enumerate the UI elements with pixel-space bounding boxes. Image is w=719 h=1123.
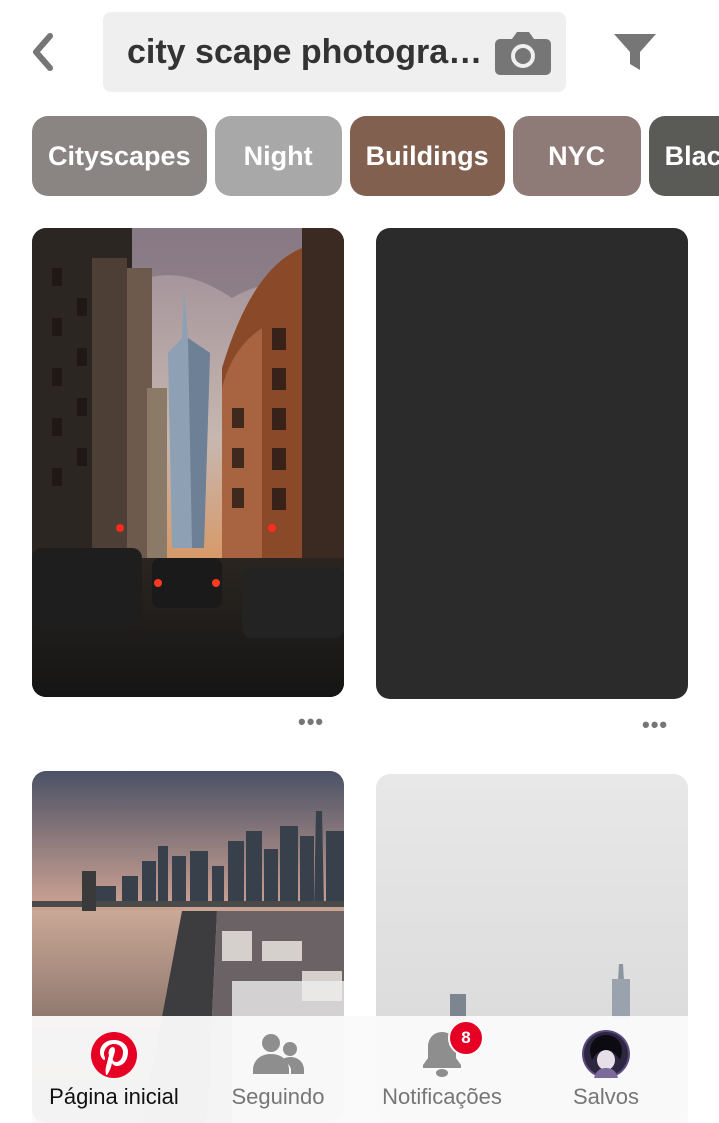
filter-button[interactable] [612, 30, 658, 74]
pin-image-placeholder[interactable] [376, 228, 688, 699]
chip-night[interactable]: Night [214, 116, 342, 196]
search-query: city scape photography [127, 32, 488, 71]
bottom-navigation: Página inicial Seguindo 8 Notificações S… [32, 1016, 688, 1123]
chevron-left-icon [33, 33, 53, 71]
avatar [582, 1030, 630, 1078]
camera-icon[interactable] [494, 27, 552, 77]
city-street-image [32, 228, 344, 697]
nav-home[interactable]: Página inicial [32, 1016, 196, 1123]
nav-following[interactable]: Seguindo [196, 1016, 360, 1123]
pin-more-button[interactable]: ••• [298, 711, 324, 733]
people-icon [253, 1034, 304, 1074]
guide-chips: CityscapesNightBuildingsNYCBlack and Whi… [32, 116, 719, 196]
nav-home-label: Página inicial [49, 1084, 179, 1109]
chip-buildings[interactable]: Buildings [349, 116, 505, 196]
nav-following-label: Seguindo [231, 1084, 325, 1109]
nav-notifications-label: Notificações [382, 1084, 502, 1109]
pinterest-logo-icon [91, 1032, 137, 1078]
nav-saved-label: Salvos [572, 1084, 640, 1109]
search-input[interactable]: city scape photography [103, 12, 566, 92]
pin-image-city-street[interactable] [32, 228, 344, 697]
nav-saved[interactable]: Salvos [524, 1016, 688, 1123]
search-header: city scape photography [0, 0, 719, 100]
back-button[interactable] [26, 30, 62, 74]
chip-cityscapes[interactable]: Cityscapes [32, 116, 207, 196]
filter-icon [614, 34, 656, 70]
chip-black-and-white[interactable]: Black and White [648, 116, 719, 196]
nav-notifications[interactable]: 8 Notificações [360, 1016, 524, 1123]
chip-nyc[interactable]: NYC [512, 116, 641, 196]
notification-badge: 8 [448, 1020, 484, 1056]
pin-more-button[interactable]: ••• [642, 714, 668, 736]
